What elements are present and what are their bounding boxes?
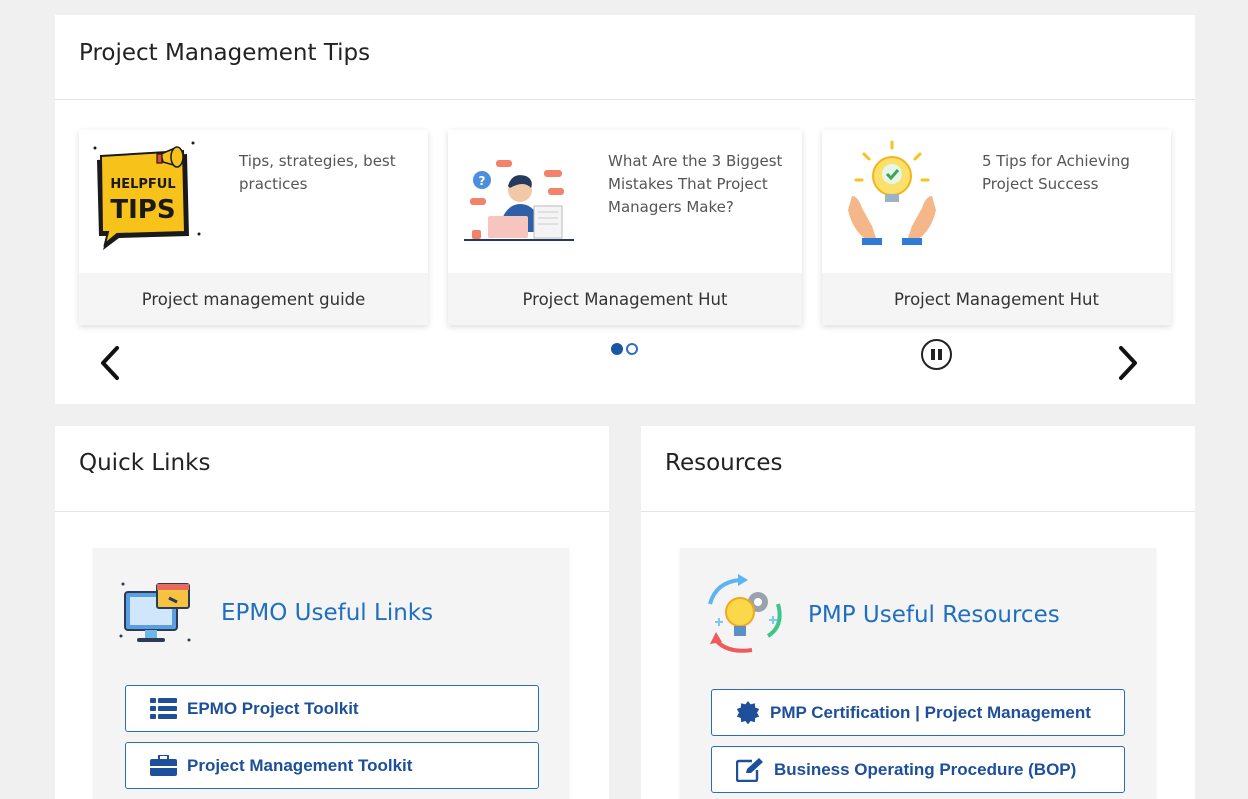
- edit-icon: [736, 757, 763, 782]
- link-label: Business Operating Procedure (BOP): [774, 759, 1077, 779]
- tip-card-source: Project management guide: [79, 273, 428, 325]
- link-label: EPMO Project Toolkit: [187, 698, 359, 718]
- link-label: PMP Certification | Project Management: [770, 702, 1091, 722]
- pmp-certification-button[interactable]: PMP Certification | Project Management: [711, 689, 1125, 736]
- quick-links-title: Quick Links: [79, 450, 211, 476]
- badge-line-1: HELPFUL: [110, 177, 175, 192]
- quick-links-panel: Quick Links EPMO Useful Links EPMO Proje…: [55, 426, 609, 799]
- monitor-link-icon: [119, 582, 191, 642]
- tips-panel: Project Management Tips HELPFUL TIPS Tip…: [55, 15, 1195, 404]
- helpful-tips-icon: HELPFUL TIPS: [93, 141, 201, 250]
- link-label: Project Management Toolkit: [187, 755, 413, 775]
- carousel-dots: [611, 343, 638, 355]
- resources-panel: Resources PMP Useful Resources PMP Certi…: [641, 426, 1195, 799]
- idea-cycle-icon: [708, 574, 782, 653]
- chevron-right-icon[interactable]: [1113, 345, 1143, 381]
- stressed-manager-icon: ?: [464, 160, 574, 241]
- epmo-project-toolkit-button[interactable]: EPMO Project Toolkit: [125, 685, 539, 732]
- tip-card-guide[interactable]: HELPFUL TIPS Tips, strategies, best prac…: [79, 130, 428, 325]
- tip-card-success[interactable]: 5 Tips for Achieving Project Success Pro…: [822, 130, 1171, 325]
- tip-card-text: What Are the 3 Biggest Mistakes That Pro…: [608, 152, 783, 216]
- lightbulb-hands-icon: [848, 140, 936, 245]
- divider: [55, 511, 609, 512]
- svg-text:?: ?: [479, 174, 486, 188]
- project-management-toolkit-button[interactable]: Project Management Toolkit: [125, 742, 539, 789]
- divider: [641, 511, 1195, 512]
- carousel-dot-2[interactable]: [626, 343, 638, 355]
- epmo-links-title: EPMO Useful Links: [221, 600, 434, 626]
- pmp-resources-title: PMP Useful Resources: [808, 602, 1060, 628]
- tip-card-source: Project Management Hut: [448, 273, 802, 325]
- tip-card-mistakes[interactable]: ? What Are the 3 Biggest Mistakes That P…: [448, 130, 802, 325]
- epmo-links-box: EPMO Useful Links EPMO Project Toolkit P…: [93, 548, 569, 799]
- pause-button[interactable]: [921, 339, 952, 370]
- pmp-resources-box: PMP Useful Resources PMP Certification |…: [680, 548, 1156, 799]
- badge-line-2: TIPS: [110, 195, 175, 225]
- business-operating-procedure-button[interactable]: Business Operating Procedure (BOP): [711, 746, 1125, 793]
- tip-card-text: Tips, strategies, best practices: [239, 152, 396, 193]
- tips-panel-title: Project Management Tips: [79, 40, 371, 66]
- divider: [55, 99, 1195, 100]
- resources-title: Resources: [665, 450, 783, 476]
- pause-icon-bar: [938, 349, 942, 360]
- carousel-dot-1[interactable]: [611, 343, 623, 355]
- certificate-icon: [736, 700, 760, 724]
- chevron-left-icon[interactable]: [95, 345, 125, 381]
- list-icon: [150, 697, 177, 719]
- pause-icon: [931, 349, 935, 360]
- tip-card-source: Project Management Hut: [822, 273, 1171, 325]
- briefcase-icon: [150, 754, 177, 776]
- tip-card-text: 5 Tips for Achieving Project Success: [982, 152, 1130, 193]
